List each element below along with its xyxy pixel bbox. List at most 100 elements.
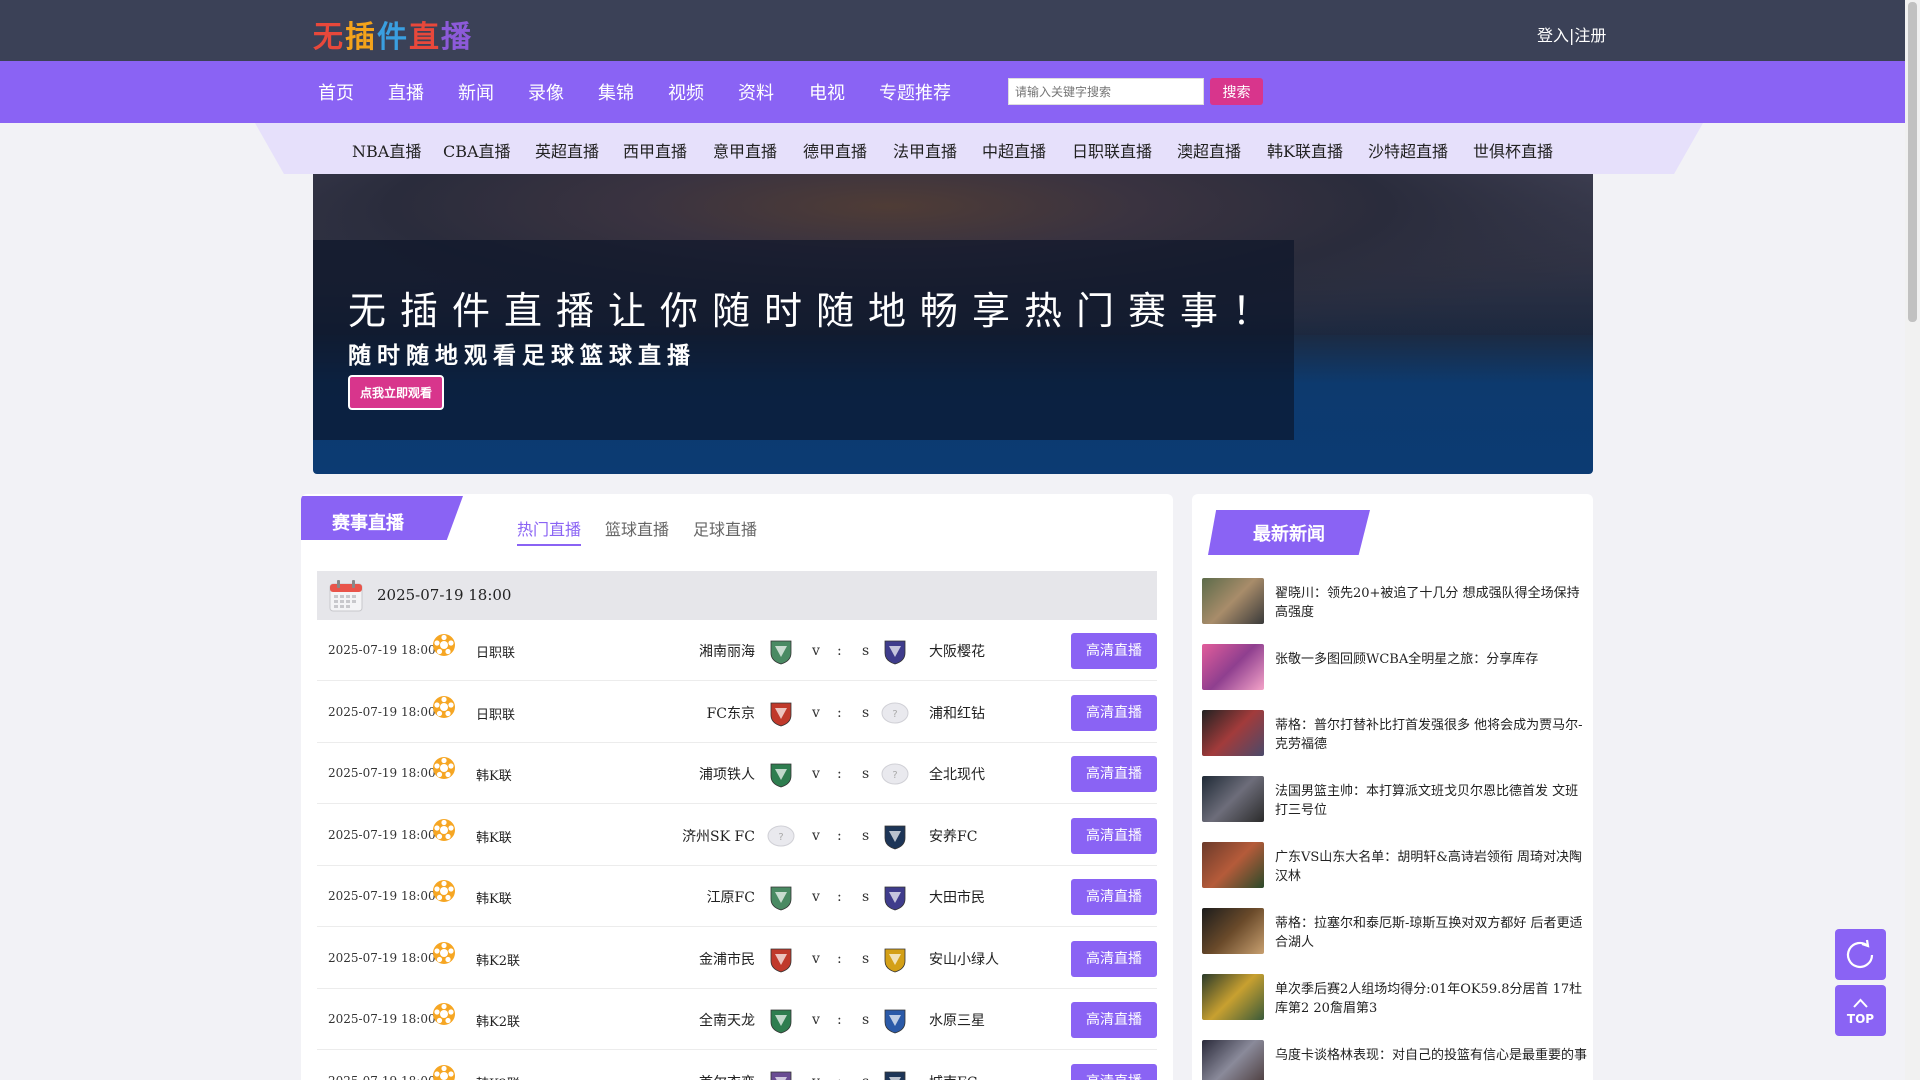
match-league: 韩K2联	[476, 1073, 520, 1080]
match-row: 2025-07-19 18:00 韩K联 济州SK FC? v: s 安养FC 高清直播	[317, 805, 1157, 866]
away-team[interactable]: 浦和红钻	[929, 703, 985, 723]
home-team[interactable]: 湘南丽海	[699, 641, 755, 661]
news-item[interactable]: 翟晓川：领先20+被追了十几分 想成强队得全场保持高强度	[1202, 578, 1593, 624]
home-team[interactable]: 金浦市民	[699, 949, 755, 969]
news-thumbnail	[1202, 644, 1264, 690]
watch-hd-button[interactable]: 高清直播	[1071, 694, 1157, 731]
home-team[interactable]: 浦项铁人	[699, 764, 755, 784]
league-link-saudi[interactable]: 沙特超直播	[1368, 138, 1448, 162]
banner-watch-button[interactable]: 点我立即观看	[348, 375, 445, 410]
nav-item-topics[interactable]: 专题推荐	[879, 79, 951, 105]
home-team[interactable]: FC东京	[707, 703, 755, 723]
news-thumbnail	[1202, 1040, 1264, 1080]
nav-item-video[interactable]: 视频	[668, 79, 704, 105]
home-team[interactable]: 江原FC	[707, 887, 755, 907]
watch-hd-button[interactable]: 高清直播	[1071, 1002, 1157, 1038]
news-headline: 广东VS山东大名单：胡明轩&高诗岩领衔 周琦对决陶汉林	[1275, 850, 1582, 884]
page-scrollbar[interactable]	[1905, 0, 1920, 1080]
hero-banner: 无插件直播让你随时随地畅享热门赛事！ 随时随地观看足球篮球直播 点我立即观看	[313, 174, 1593, 474]
news-panel: 最新新闻 翟晓川：领先20+被追了十几分 想成强队得全场保持高强度 张敬一多图回顾…	[1192, 494, 1593, 1080]
league-link-seriea[interactable]: 意甲直播	[713, 138, 777, 162]
news-item[interactable]: 广东VS山东大名单：胡明轩&高诗岩领衔 周琦对决陶汉林	[1202, 842, 1593, 888]
match-time: 2025-07-19 18:00	[328, 827, 436, 842]
news-headline: 张敬一多图回顾WCBA全明星之旅：分享库存	[1275, 652, 1539, 667]
nav-item-live[interactable]: 直播	[388, 79, 424, 105]
schedule-panel: 赛事直播 热门直播 篮球直播 足球直播 2025-07-19 18:00 202…	[301, 494, 1173, 1080]
league-link-jleague[interactable]: 日职联直播	[1072, 138, 1152, 162]
league-link-csl[interactable]: 中超直播	[982, 138, 1046, 162]
watch-hd-button[interactable]: 高清直播	[1071, 633, 1157, 669]
match-row: 2025-07-19 18:00 日职联 湘南丽海 v: s 大阪樱花 高清直播	[317, 620, 1157, 681]
banner-subtitle: 随时随地观看足球篮球直播	[348, 343, 696, 369]
logo-char: 件	[377, 20, 409, 55]
vs-v: v	[812, 950, 820, 967]
tab-basketball-live[interactable]: 篮球直播	[605, 516, 669, 540]
nav-item-data[interactable]: 资料	[738, 79, 774, 105]
news-headline: 蒂格：拉塞尔和泰厄斯-琼斯互换对双方都好 后者更适合湖人	[1275, 916, 1583, 950]
news-item[interactable]: 张敬一多图回顾WCBA全明星之旅：分享库存	[1202, 644, 1593, 690]
watch-hd-button[interactable]: 高清直播	[1071, 940, 1157, 977]
vs-colon: :	[837, 1012, 842, 1028]
league-nav-wrap: NBA直播 CBA直播 英超直播 西甲直播 意甲直播 德甲直播 法甲直播 中超直…	[0, 123, 1920, 174]
nav-item-tv[interactable]: 电视	[809, 79, 845, 105]
tab-football-live[interactable]: 足球直播	[693, 516, 757, 540]
back-to-top-button[interactable]: TOP	[1835, 985, 1886, 1036]
vs-colon: :	[837, 827, 842, 844]
news-item[interactable]: 乌度卡谈格林表现：对自己的投篮有信心是最重要的事	[1202, 1040, 1593, 1080]
search-input[interactable]	[1008, 78, 1204, 105]
nav-item-highlights[interactable]: 集锦	[598, 79, 634, 105]
league-link-clubwc[interactable]: 世俱杯直播	[1473, 138, 1553, 162]
league-link-laliga[interactable]: 西甲直播	[623, 138, 687, 162]
vs-s: s	[862, 704, 870, 721]
away-team[interactable]: 水原三星	[929, 1010, 985, 1030]
league-link-kleague[interactable]: 韩K联直播	[1267, 138, 1343, 162]
away-team[interactable]: 大田市民	[929, 887, 985, 907]
league-link-bundesliga[interactable]: 德甲直播	[803, 138, 867, 162]
news-thumbnail	[1202, 578, 1264, 624]
home-team[interactable]: 济州SK FC	[682, 826, 755, 846]
news-item[interactable]: 蒂格：拉塞尔和泰厄斯-琼斯互换对双方都好 后者更适合湖人	[1202, 908, 1593, 954]
league-link-epl[interactable]: 英超直播	[535, 138, 599, 162]
tab-hot-live[interactable]: 热门直播	[517, 516, 582, 546]
away-team[interactable]: 大阪樱花	[929, 641, 985, 661]
nav-item-news[interactable]: 新闻	[458, 79, 494, 105]
league-link-nba[interactable]: NBA直播	[352, 138, 421, 162]
watch-hd-button[interactable]: 高清直播	[1071, 756, 1157, 792]
site-logo[interactable]: 无插件直播	[313, 12, 473, 56]
vs-colon: :	[837, 643, 842, 659]
news-headline: 蒂格：普尔打替补比打首发强很多 他将会成为贾马尔-克劳福德	[1275, 718, 1583, 752]
match-league: 日职联	[476, 646, 516, 661]
away-team-logo	[881, 883, 909, 911]
home-team[interactable]: 首尔衣恋	[699, 1072, 755, 1080]
register-link[interactable]: 注册	[1574, 26, 1606, 45]
watch-hd-button[interactable]: 高清直播	[1071, 817, 1157, 854]
match-league: 韩K2联	[476, 953, 520, 969]
vs-s: s	[862, 1074, 869, 1080]
football-icon	[432, 1002, 456, 1026]
home-team[interactable]: 全南天龙	[699, 1010, 755, 1030]
news-item[interactable]: 蒂格：普尔打替补比打首发强很多 他将会成为贾马尔-克劳福德	[1202, 710, 1593, 756]
league-link-aleague[interactable]: 澳超直播	[1177, 138, 1241, 162]
chevron-up-icon	[1853, 998, 1868, 1008]
watch-hd-button[interactable]: 高清直播	[1071, 1063, 1157, 1080]
search-button[interactable]: 搜索	[1210, 78, 1263, 105]
scrollbar-thumb[interactable]	[1908, 2, 1917, 322]
vs-v: v	[812, 766, 820, 782]
vs-s: s	[862, 1012, 870, 1028]
news-item[interactable]: 法国男篮主帅：本打算派文班戈贝尔恩比德首发 文班打三号位	[1202, 776, 1593, 822]
away-team[interactable]: 城南FC	[929, 1072, 977, 1080]
news-item[interactable]: 单次季后赛2人组场均得分:01年OK59.8分居首 17杜库第2 20詹眉第3	[1202, 974, 1593, 1020]
refresh-icon	[1846, 939, 1874, 968]
calendar-icon	[329, 580, 363, 612]
away-team[interactable]: 全北现代	[929, 764, 985, 784]
league-link-ligue1[interactable]: 法甲直播	[893, 138, 957, 162]
refresh-button[interactable]	[1835, 929, 1886, 980]
watch-hd-button[interactable]: 高清直播	[1071, 879, 1157, 915]
nav-item-home[interactable]: 首页	[318, 79, 354, 105]
login-link[interactable]: 登入	[1537, 26, 1569, 45]
away-team[interactable]: 安养FC	[929, 826, 977, 846]
nav-item-replay[interactable]: 录像	[528, 79, 564, 105]
away-team[interactable]: 安山小绿人	[929, 949, 999, 969]
vs-v: v	[812, 889, 820, 905]
league-link-cba[interactable]: CBA直播	[443, 138, 511, 162]
